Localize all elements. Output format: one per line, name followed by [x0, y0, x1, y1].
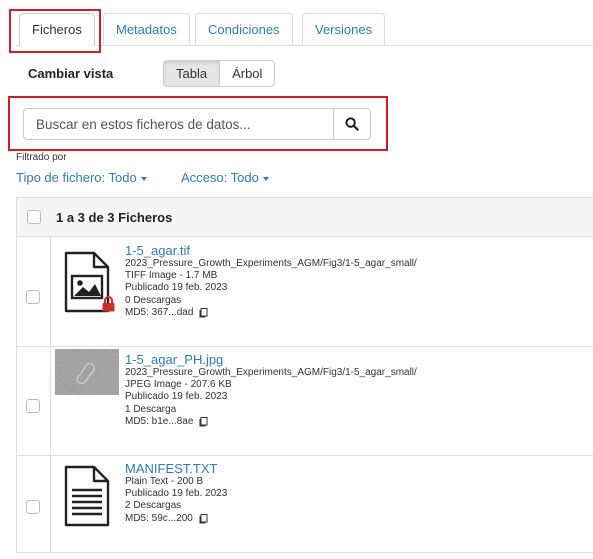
row-checkbox[interactable]	[26, 500, 40, 514]
file-type-filter-dropdown[interactable]: Tipo de fichero: Todo	[16, 170, 147, 185]
copy-clipboard-icon[interactable]	[198, 307, 208, 318]
files-table: 1 a 3 de 3 Ficheros 1-5_agar.tif 2023_Pr…	[16, 197, 593, 553]
row-checkbox[interactable]	[26, 290, 40, 304]
file-name-link[interactable]: MANIFEST.TXT	[125, 461, 227, 476]
file-md5: MD5: 59c...200	[125, 513, 227, 525]
md5-value: MD5: 59c...200	[125, 512, 193, 524]
caret-down-icon	[140, 176, 147, 181]
search-button[interactable]	[333, 108, 371, 140]
view-toggle: Tabla Árbol	[163, 60, 276, 87]
file-count-label: 1 a 3 de 3 Ficheros	[56, 210, 173, 225]
tabs-divider	[16, 45, 593, 46]
tab-versiones[interactable]: Versiones	[302, 13, 386, 46]
search-input[interactable]	[23, 108, 334, 140]
file-info: 1-5_agar.tif 2023_Pressure_Growth_Experi…	[125, 243, 417, 319]
tab-condiciones[interactable]: Condiciones	[195, 13, 293, 46]
file-path: 2023_Pressure_Growth_Experiments_AGM/Fig…	[125, 367, 417, 378]
file-info: MANIFEST.TXT Plain Text - 200 B Publicad…	[125, 461, 227, 525]
file-download-count: 1 Descarga	[125, 403, 177, 415]
filter-label: Filtrado por	[16, 152, 67, 163]
lock-icon	[102, 296, 115, 312]
file-download-count: 0 Descargas	[125, 294, 182, 306]
view-table-button[interactable]: Tabla	[163, 60, 221, 87]
file-published-date: Publicado 19 feb. 2023	[125, 282, 228, 294]
search-icon	[345, 117, 359, 131]
table-row: MANIFEST.TXT Plain Text - 200 B Publicad…	[16, 456, 593, 553]
table-row: 1-5_agar.tif 2023_Pressure_Growth_Experi…	[16, 237, 593, 347]
file-type-filter-label: Tipo de fichero: Todo	[16, 170, 137, 185]
view-switch-label: Cambiar vista	[28, 66, 114, 81]
table-row: 1-5_agar_PH.jpg 2023_Pressure_Growth_Exp…	[16, 347, 593, 456]
row-checkbox[interactable]	[26, 399, 40, 413]
file-md5: MD5: 367...dad	[125, 307, 417, 319]
tab-metadatos[interactable]: Metadatos	[103, 13, 190, 46]
text-file-icon	[60, 464, 116, 531]
file-published-date: Publicado 19 feb. 2023	[125, 391, 228, 403]
file-type-size: TIFF Image - 1.7 MB	[125, 270, 218, 282]
copy-clipboard-icon[interactable]	[198, 416, 208, 427]
copy-clipboard-icon[interactable]	[198, 513, 208, 524]
file-info: 1-5_agar_PH.jpg 2023_Pressure_Growth_Exp…	[125, 352, 417, 428]
file-type-size: Plain Text - 200 B	[125, 476, 204, 487]
image-file-icon	[60, 250, 116, 317]
file-md5: MD5: b1e...8ae	[125, 416, 417, 428]
checkbox-cell	[17, 456, 51, 552]
md5-value: MD5: 367...dad	[125, 306, 194, 318]
view-tree-button[interactable]: Árbol	[220, 60, 276, 87]
select-all-checkbox[interactable]	[27, 210, 41, 224]
file-name-link[interactable]: 1-5_agar.tif	[125, 243, 417, 258]
md5-value: MD5: b1e...8ae	[125, 415, 194, 427]
access-filter-label: Acceso: Todo	[181, 170, 259, 185]
tab-ficheros[interactable]: Ficheros	[19, 13, 95, 46]
image-thumbnail	[55, 349, 119, 398]
file-path: 2023_Pressure_Growth_Experiments_AGM/Fig…	[125, 258, 417, 269]
file-published-date: Publicado 19 feb. 2023	[125, 488, 228, 500]
file-type-size: JPEG Image - 207.6 KB	[125, 379, 232, 391]
file-name-link[interactable]: 1-5_agar_PH.jpg	[125, 352, 417, 367]
file-download-count: 2 Descargas	[125, 500, 182, 512]
checkbox-cell	[17, 237, 51, 346]
checkbox-cell	[17, 347, 51, 455]
caret-down-icon	[262, 176, 269, 181]
access-filter-dropdown[interactable]: Acceso: Todo	[181, 170, 269, 185]
table-header: 1 a 3 de 3 Ficheros	[16, 197, 593, 237]
